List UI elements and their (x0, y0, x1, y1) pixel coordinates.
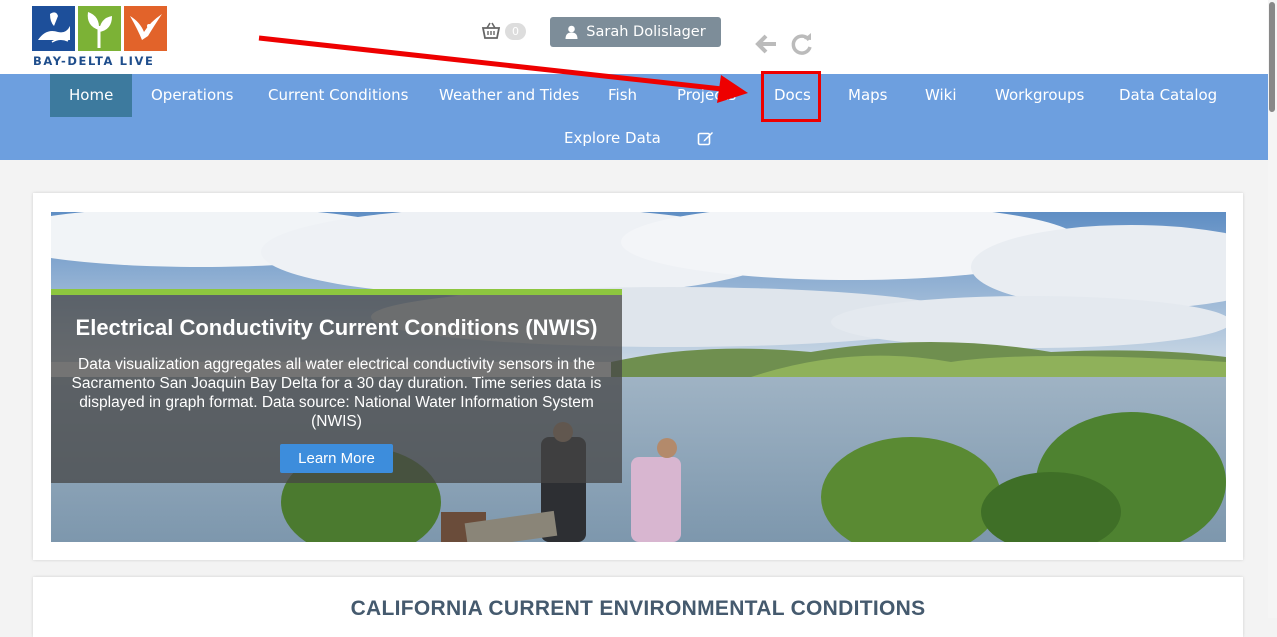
user-icon (565, 25, 578, 39)
logo-text: BAY-DELTA LIVE (33, 54, 155, 68)
section-title: CALIFORNIA CURRENT ENVIRONMENTAL CONDITI… (350, 597, 926, 620)
page-scrollbar[interactable] (1268, 0, 1277, 618)
annotation-highlight-box (761, 71, 821, 122)
learn-more-button[interactable]: Learn More (280, 444, 393, 473)
hero-description: Data visualization aggregates all water … (71, 356, 602, 430)
nav-operations[interactable]: Operations (132, 74, 252, 117)
basket-icon (481, 22, 501, 39)
nav-home[interactable]: Home (50, 74, 133, 117)
nav-current-conditions[interactable]: Current Conditions (249, 74, 428, 117)
hero-overlay: Electrical Conductivity Current Conditio… (51, 289, 622, 483)
scrollbar-thumb[interactable] (1269, 2, 1275, 112)
bird-logo-tile (124, 6, 167, 51)
arrow-left-icon (755, 34, 776, 54)
edit-icon (697, 132, 713, 146)
nav-maps[interactable]: Maps (829, 74, 906, 117)
back-button[interactable] (754, 32, 778, 56)
whale-logo-tile (32, 6, 75, 51)
nav-edit[interactable] (678, 117, 733, 160)
nav-workgroups[interactable]: Workgroups (976, 74, 1103, 117)
user-account-button[interactable]: Sarah Dolislager (550, 17, 721, 47)
plant-logo-tile (78, 6, 121, 51)
nav-explore-data[interactable]: Explore Data (545, 117, 680, 160)
cart-button[interactable]: 0 (481, 21, 526, 41)
redo-button[interactable] (790, 32, 814, 56)
nav-fish[interactable]: Fish (589, 74, 656, 117)
redo-icon (791, 33, 812, 55)
nav-weather-and-tides[interactable]: Weather and Tides (420, 74, 598, 117)
cart-count-badge: 0 (505, 22, 526, 40)
nav-data-catalog[interactable]: Data Catalog (1100, 74, 1236, 117)
user-name: Sarah Dolislager (586, 24, 706, 40)
bay-delta-live-logo[interactable]: BAY-DELTA LIVE (32, 6, 192, 70)
nav-wiki[interactable]: Wiki (906, 74, 976, 117)
conditions-card: CALIFORNIA CURRENT ENVIRONMENTAL CONDITI… (33, 577, 1243, 637)
hero-title: Electrical Conductivity Current Conditio… (75, 315, 598, 340)
main-navbar: Home Operations Current Conditions Weath… (0, 74, 1268, 160)
nav-projects[interactable]: Projects (658, 74, 755, 117)
